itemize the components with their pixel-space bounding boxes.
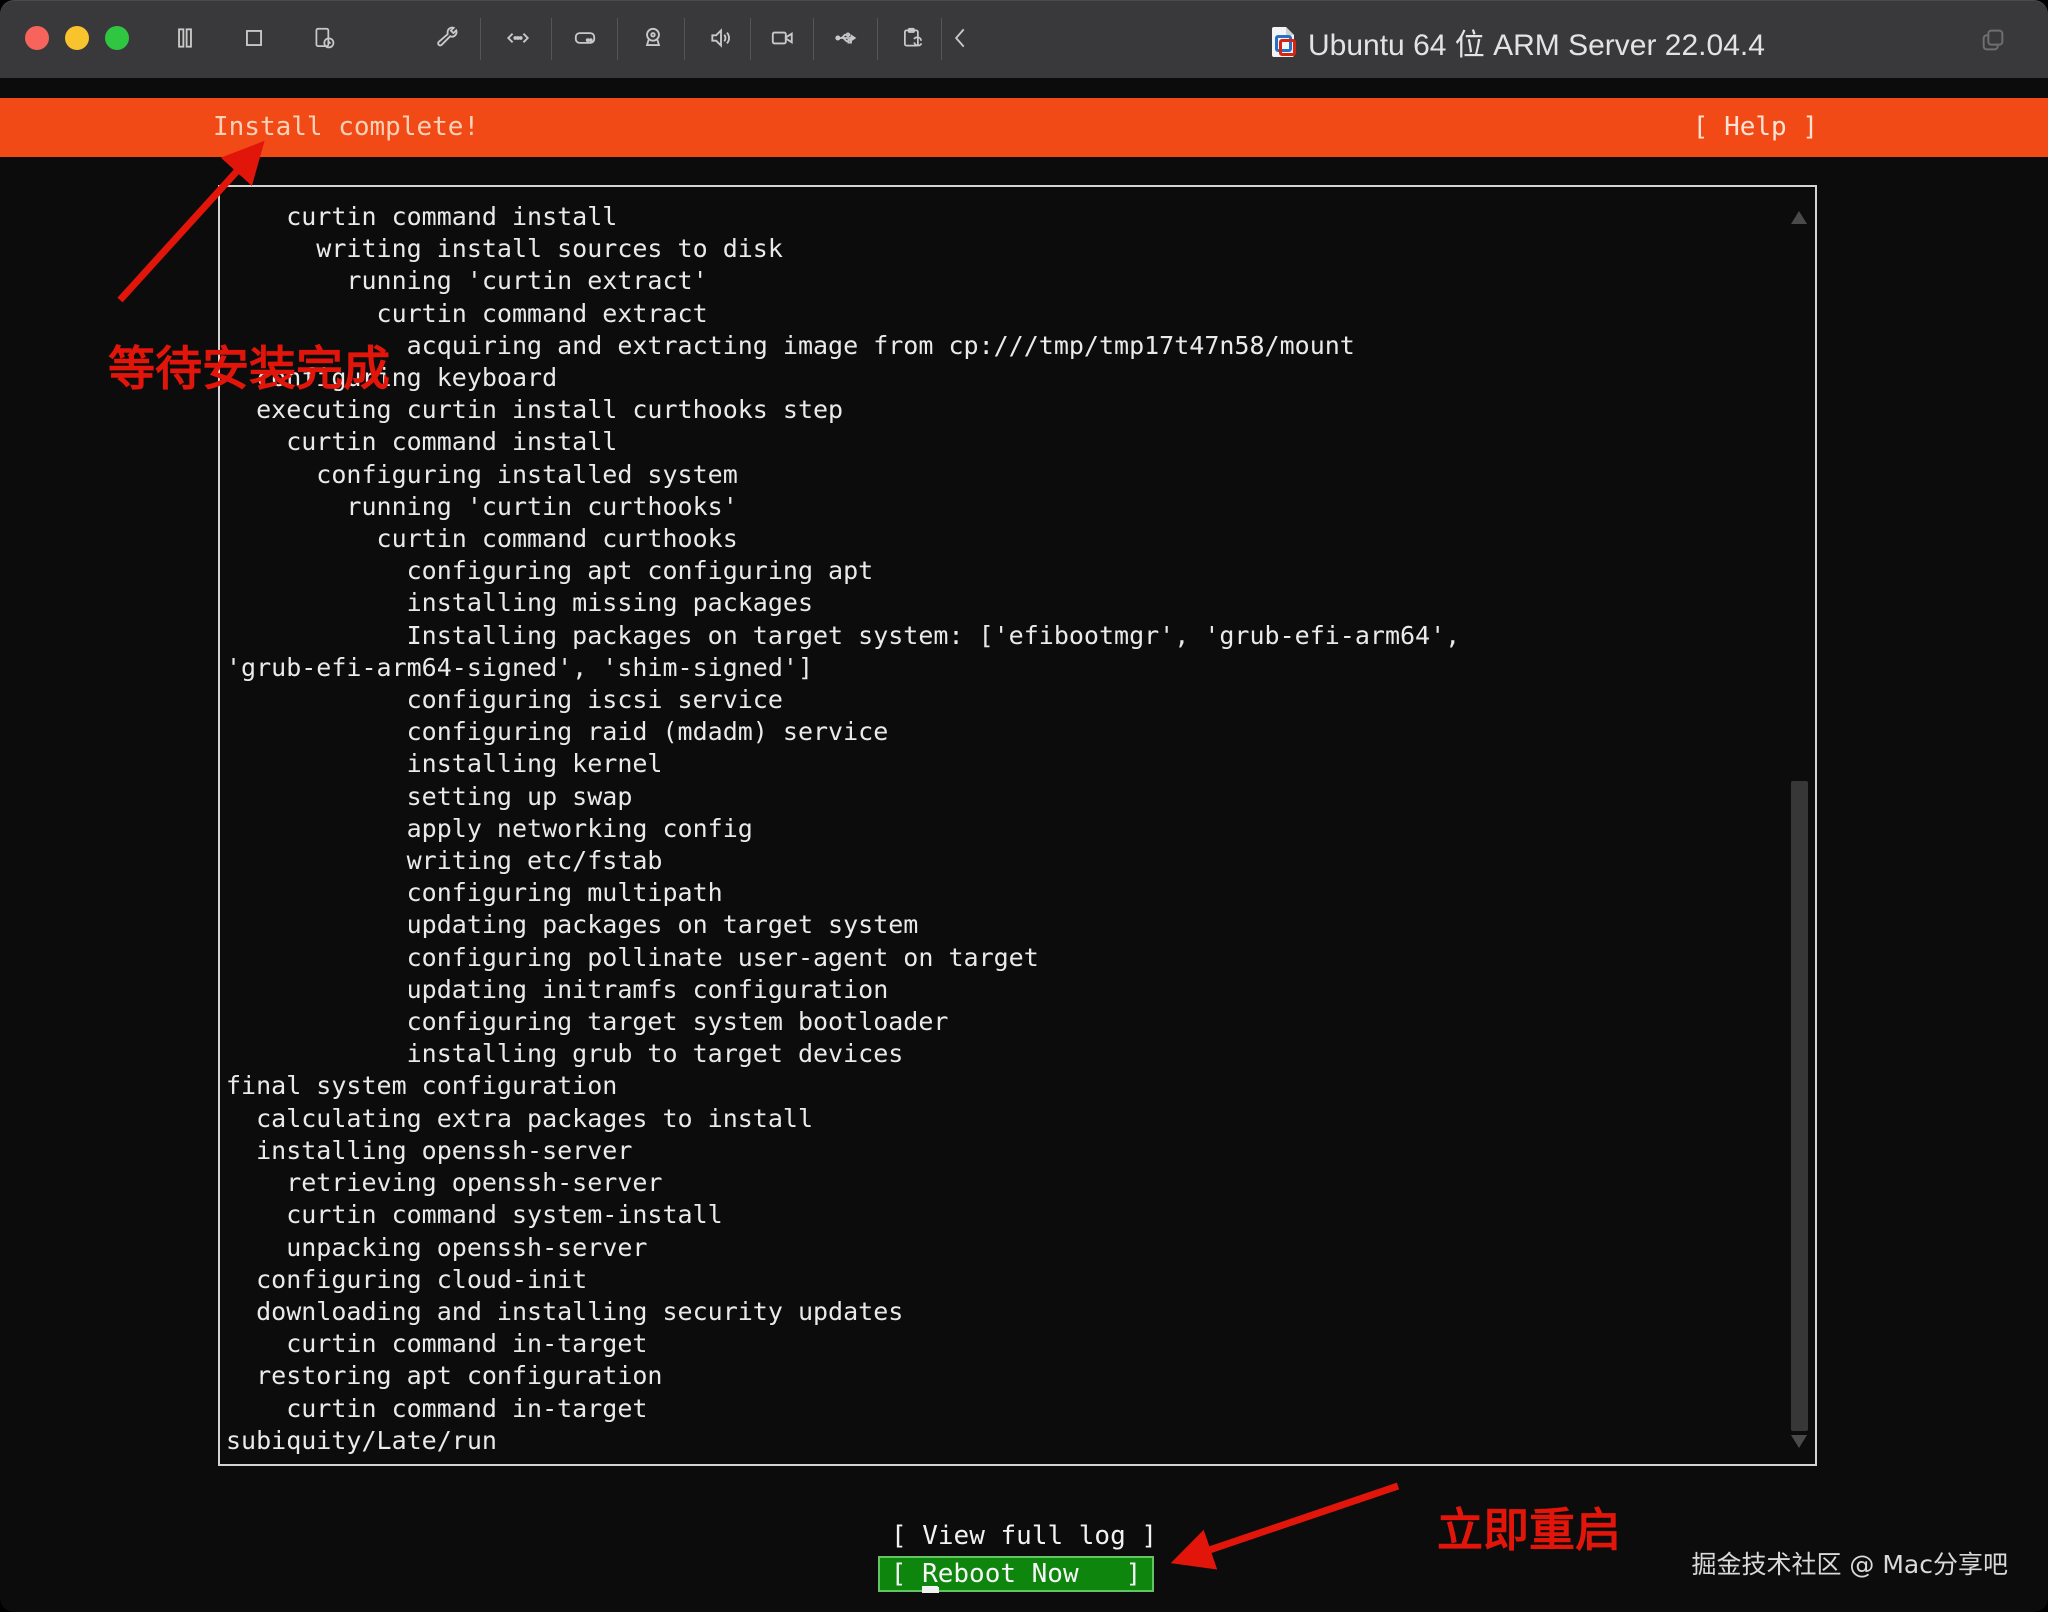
vm-display: Install complete! [ Help ] curtin comman… <box>0 78 2048 1612</box>
scroll-down-icon[interactable] <box>1791 1435 1807 1448</box>
titlebar: Ubuntu 64 位 ARM Server 22.04.4 <box>0 0 2048 78</box>
stop-icon[interactable] <box>241 25 267 51</box>
install-log-panel: curtin command install writing install s… <box>218 185 1817 1466</box>
toolbar-separator <box>813 18 814 60</box>
zoom-button[interactable] <box>105 26 129 50</box>
code-icon[interactable] <box>505 25 531 51</box>
vm-window: Ubuntu 64 位 ARM Server 22.04.4 Install c… <box>0 0 2048 1612</box>
toolbar-separator <box>551 18 552 60</box>
copy-windows-icon[interactable] <box>1978 26 2008 54</box>
toolbar-separator <box>480 18 481 60</box>
terminal-cursor <box>922 1587 939 1593</box>
annotation-wait-for-install: 等待安装完成 <box>108 330 390 399</box>
toolbar-separator <box>617 18 618 60</box>
scroll-up-icon[interactable] <box>1791 211 1807 224</box>
speaker-icon[interactable] <box>708 25 734 51</box>
wrench-icon[interactable] <box>433 25 459 51</box>
window-title: Ubuntu 64 位 ARM Server 22.04.4 <box>1308 20 1765 64</box>
video-camera-icon[interactable] <box>769 25 795 51</box>
minimize-button[interactable] <box>65 26 89 50</box>
reboot-label-rest: eboot Now ] <box>938 1559 1142 1589</box>
drive-icon[interactable] <box>572 25 598 51</box>
usb-icon[interactable] <box>833 25 859 51</box>
help-button[interactable]: [ Help ] <box>1693 98 1818 157</box>
annotation-reboot-now: 立即重启 <box>1437 1494 1621 1560</box>
reboot-now-button[interactable]: [ Reboot Now ] <box>878 1556 1154 1592</box>
toolbar-separator <box>684 18 685 60</box>
installer-status-title: Install complete! <box>213 98 479 157</box>
reboot-label-prefix: [ <box>891 1559 922 1589</box>
watermark: 掘金技术社区 @ Mac分享吧 <box>1691 1545 2008 1581</box>
pause-icon[interactable] <box>172 25 198 51</box>
chevron-left-icon[interactable] <box>948 25 974 51</box>
reboot-label-key: R <box>922 1559 938 1589</box>
toolbar-separator <box>877 18 878 60</box>
save-state-icon[interactable] <box>311 25 337 51</box>
utm-document-icon <box>1272 27 1294 57</box>
install-log: curtin command install writing install s… <box>226 201 1460 1457</box>
close-button[interactable] <box>25 26 49 50</box>
scrollbar-thumb[interactable] <box>1791 781 1808 1431</box>
webcam-icon[interactable] <box>640 25 666 51</box>
clipboard-sync-icon[interactable] <box>900 25 926 51</box>
window-title-group: Ubuntu 64 位 ARM Server 22.04.4 <box>1272 20 1765 64</box>
toolbar-separator <box>941 18 942 60</box>
toolbar-separator <box>750 18 751 60</box>
installer-header: Install complete! [ Help ] <box>0 98 2048 157</box>
